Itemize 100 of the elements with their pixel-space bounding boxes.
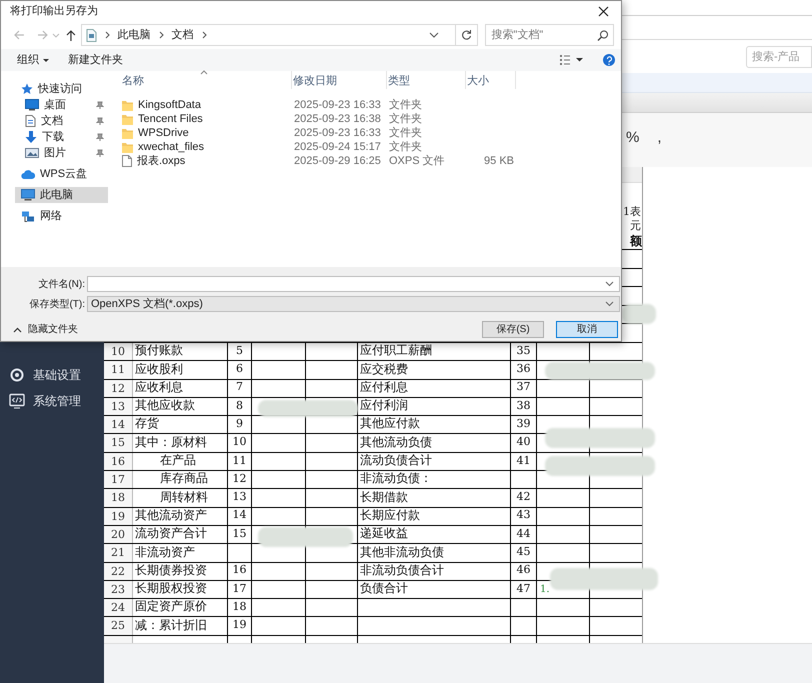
column-header[interactable]: 类型 (387, 71, 466, 89)
hide-folders-toggle[interactable]: 隐藏文件夹 (13, 322, 78, 337)
table-cell: 存货 (133, 416, 228, 434)
chevron-right-icon (104, 31, 110, 39)
new-folder-button[interactable]: 新建文件夹 (68, 52, 123, 68)
field-label: 保存类型(T): (28, 298, 86, 312)
file-row[interactable]: Tencent Files 2025-09-23 16:38 文件夹 (121, 112, 621, 126)
file-name: KingsoftData (138, 98, 201, 113)
file-type-dropdown[interactable]: OpenXPS 文档(*.oxps) (87, 296, 620, 312)
table-cell: 长期股权投资 (133, 580, 228, 598)
code-window-icon (9, 393, 25, 409)
gear-icon (9, 367, 25, 383)
close-icon[interactable] (598, 6, 609, 16)
table-cell: 41 (511, 452, 537, 470)
dialog-button[interactable]: 取消 (556, 321, 618, 338)
file-name-field[interactable] (87, 276, 620, 292)
nav-item[interactable]: WPS云盘 (1, 166, 108, 182)
table-cell: 8 (228, 398, 252, 416)
list-view-icon[interactable] (560, 54, 570, 66)
folder-icon (122, 142, 133, 152)
search-icon (597, 30, 608, 41)
table-cell: 其他流动资产 (133, 508, 228, 525)
field-label: 文件名(N): (37, 278, 86, 292)
file-size: 95 KB (483, 154, 515, 169)
row-number: 15 (104, 434, 133, 452)
table-cell: 40 (511, 434, 537, 452)
nav-item[interactable]: 网络 (1, 208, 108, 224)
table-cell: 应交税费 (358, 361, 511, 379)
table-cell: 长期借款 (358, 489, 511, 507)
file-type: 文件夹 (388, 140, 422, 155)
column-header[interactable]: 名称 (121, 71, 292, 89)
nav-item[interactable]: 快速访问 (1, 81, 108, 97)
pin-icon (96, 133, 104, 141)
table-cell: 流动负债合计 (358, 452, 511, 470)
table-cell: 44 (511, 526, 537, 544)
table-cell: 17 (228, 580, 252, 598)
table-cell: 39 (511, 416, 537, 434)
search-field[interactable]: 搜索"文档" (485, 24, 614, 46)
format-button[interactable]: % (626, 126, 640, 154)
table-cell: 其他非流动负债 (358, 544, 511, 562)
caret-icon (43, 58, 49, 62)
question-mark-icon (605, 56, 613, 64)
up-arrow-icon[interactable] (64, 28, 77, 42)
sidebar-item[interactable]: 系统管理 (0, 388, 104, 414)
table-cell: 流动资产合计 (133, 526, 228, 544)
table-cell: 15 (228, 526, 252, 544)
file-name: xwechat_files (138, 140, 204, 155)
caret-icon[interactable] (576, 58, 583, 62)
nav-item[interactable]: 此电脑 (15, 187, 108, 203)
table-cell: 47 (511, 580, 537, 598)
file-type: 文件夹 (388, 98, 423, 112)
refresh-icon (460, 29, 473, 41)
dialog-button[interactable]: 保存(S) (482, 321, 544, 338)
nav-item[interactable]: 下载 (1, 129, 108, 145)
cloud-icon (21, 168, 35, 180)
file-row[interactable]: WPSDrive 2025-09-23 16:33 文件夹 (121, 126, 621, 140)
image-icon (25, 147, 39, 159)
row-number: 10 (104, 342, 133, 360)
row-number: 22 (104, 562, 133, 580)
breadcrumb-item[interactable]: 此电脑 (118, 26, 151, 44)
nav-item[interactable]: 图片 (1, 145, 108, 161)
table-cell: 43 (511, 508, 537, 525)
column-header[interactable]: 大小 (466, 71, 516, 89)
table-cell: 36 (511, 361, 537, 379)
table-cell: 库存商品 (133, 471, 228, 488)
file-row[interactable]: xwechat_files 2025-09-24 15:17 文件夹 (121, 140, 621, 154)
chevron-right-icon (202, 31, 207, 39)
breadcrumb-item[interactable]: 文档 (172, 26, 194, 44)
table-cell: 42 (511, 489, 537, 507)
table-cell: 7 (228, 380, 252, 397)
table-cell: 其他应付款 (358, 416, 511, 434)
table-cell: 6 (228, 361, 252, 379)
nav-item[interactable]: 桌面 (1, 97, 108, 113)
network-icon (21, 210, 35, 222)
chevron-down-icon (605, 301, 614, 307)
table-cell: 11 (228, 452, 252, 470)
table-cell: 其他应收款 (133, 398, 228, 416)
file-type: 文件夹 (388, 126, 423, 140)
file-date: 2025-09-23 16:33 (293, 126, 382, 141)
table-cell: 14 (228, 508, 252, 525)
search-field[interactable]: 搜索-产品 (746, 46, 812, 68)
chevron-down-icon[interactable] (429, 32, 440, 38)
format-button[interactable]: , (657, 126, 662, 154)
table-cell: 长期债券投资 (133, 562, 228, 580)
organize-menu-button[interactable]: 组织 (17, 52, 49, 68)
folder-icon (122, 100, 133, 110)
table-cell: 应收利息 (133, 380, 228, 397)
table-cell: 38 (511, 398, 537, 416)
file-type: OXPS 文件 (388, 154, 446, 169)
table-cell: 应付利息 (358, 380, 511, 397)
sidebar-item[interactable]: 基础设置 (0, 362, 104, 388)
nav-item[interactable]: 文档 (1, 113, 108, 129)
row-number: 24 (104, 599, 133, 616)
table-cell: 减：累计折旧 (133, 617, 228, 635)
row-number: 11 (104, 361, 133, 379)
file-name: 报表.oxps (137, 154, 186, 169)
file-row[interactable]: 报表.oxps 2025-09-29 16:25 OXPS 文件 95 KB (121, 154, 621, 168)
file-row[interactable]: KingsoftData 2025-09-23 16:33 文件夹 (121, 98, 621, 112)
address-bar[interactable]: 此电脑 文档 (80, 24, 478, 46)
column-header[interactable]: 修改日期 (292, 71, 387, 89)
